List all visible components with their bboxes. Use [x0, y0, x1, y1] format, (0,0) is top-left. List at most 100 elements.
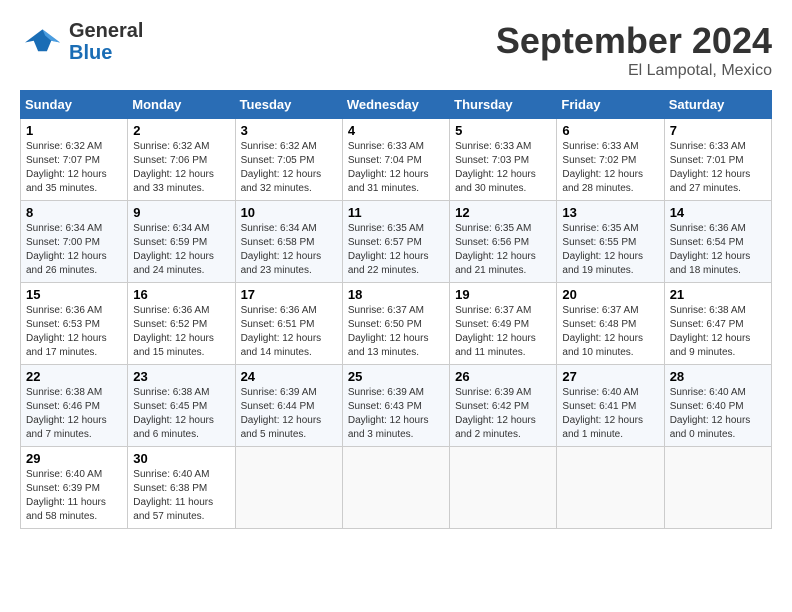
day-number: 7: [670, 123, 766, 138]
day-number: 13: [562, 205, 658, 220]
day-number: 1: [26, 123, 122, 138]
weekday-header-sunday: Sunday: [21, 91, 128, 119]
day-info: Sunrise: 6:33 AMSunset: 7:01 PMDaylight:…: [670, 141, 751, 194]
logo-bird-icon: [20, 25, 65, 60]
day-number: 26: [455, 369, 551, 384]
calendar-cell: 17 Sunrise: 6:36 AMSunset: 6:51 PMDaylig…: [235, 283, 342, 365]
calendar-cell: 22 Sunrise: 6:38 AMSunset: 6:46 PMDaylig…: [21, 365, 128, 447]
calendar-cell: 19 Sunrise: 6:37 AMSunset: 6:49 PMDaylig…: [450, 283, 557, 365]
day-number: 19: [455, 287, 551, 302]
day-info: Sunrise: 6:32 AMSunset: 7:05 PMDaylight:…: [241, 141, 322, 194]
day-info: Sunrise: 6:33 AMSunset: 7:04 PMDaylight:…: [348, 141, 429, 194]
calendar-cell: 14 Sunrise: 6:36 AMSunset: 6:54 PMDaylig…: [664, 201, 771, 283]
day-info: Sunrise: 6:36 AMSunset: 6:52 PMDaylight:…: [133, 305, 214, 358]
day-info: Sunrise: 6:37 AMSunset: 6:50 PMDaylight:…: [348, 305, 429, 358]
day-number: 27: [562, 369, 658, 384]
calendar-cell: 5 Sunrise: 6:33 AMSunset: 7:03 PMDayligh…: [450, 119, 557, 201]
day-number: 8: [26, 205, 122, 220]
day-number: 6: [562, 123, 658, 138]
calendar-cell: [342, 447, 449, 529]
weekday-header-monday: Monday: [128, 91, 235, 119]
weekday-header-thursday: Thursday: [450, 91, 557, 119]
title-block: September 2024 El Lampotal, Mexico: [496, 20, 772, 80]
calendar-week-1: 8 Sunrise: 6:34 AMSunset: 7:00 PMDayligh…: [21, 201, 772, 283]
calendar-cell: 12 Sunrise: 6:35 AMSunset: 6:56 PMDaylig…: [450, 201, 557, 283]
weekday-header-wednesday: Wednesday: [342, 91, 449, 119]
calendar-cell: 11 Sunrise: 6:35 AMSunset: 6:57 PMDaylig…: [342, 201, 449, 283]
page-header: General Blue September 2024 El Lampotal,…: [20, 20, 772, 80]
calendar-cell: 23 Sunrise: 6:38 AMSunset: 6:45 PMDaylig…: [128, 365, 235, 447]
calendar-week-3: 22 Sunrise: 6:38 AMSunset: 6:46 PMDaylig…: [21, 365, 772, 447]
day-number: 28: [670, 369, 766, 384]
day-info: Sunrise: 6:35 AMSunset: 6:55 PMDaylight:…: [562, 223, 643, 276]
day-number: 4: [348, 123, 444, 138]
day-info: Sunrise: 6:37 AMSunset: 6:49 PMDaylight:…: [455, 305, 536, 358]
day-info: Sunrise: 6:36 AMSunset: 6:53 PMDaylight:…: [26, 305, 107, 358]
calendar-cell: 18 Sunrise: 6:37 AMSunset: 6:50 PMDaylig…: [342, 283, 449, 365]
calendar-cell: 24 Sunrise: 6:39 AMSunset: 6:44 PMDaylig…: [235, 365, 342, 447]
month-title: September 2024: [496, 20, 772, 62]
weekday-header-row: SundayMondayTuesdayWednesdayThursdayFrid…: [21, 91, 772, 119]
day-number: 5: [455, 123, 551, 138]
day-number: 30: [133, 451, 229, 466]
day-info: Sunrise: 6:32 AMSunset: 7:07 PMDaylight:…: [26, 141, 107, 194]
calendar-cell: 28 Sunrise: 6:40 AMSunset: 6:40 PMDaylig…: [664, 365, 771, 447]
weekday-header-saturday: Saturday: [664, 91, 771, 119]
day-number: 15: [26, 287, 122, 302]
calendar-cell: 30 Sunrise: 6:40 AMSunset: 6:38 PMDaylig…: [128, 447, 235, 529]
calendar-cell: 27 Sunrise: 6:40 AMSunset: 6:41 PMDaylig…: [557, 365, 664, 447]
logo: General Blue: [20, 20, 143, 64]
day-info: Sunrise: 6:34 AMSunset: 6:59 PMDaylight:…: [133, 223, 214, 276]
day-info: Sunrise: 6:40 AMSunset: 6:39 PMDaylight:…: [26, 469, 106, 522]
calendar-cell: 7 Sunrise: 6:33 AMSunset: 7:01 PMDayligh…: [664, 119, 771, 201]
calendar-cell-1: 1 Sunrise: 6:32 AMSunset: 7:07 PMDayligh…: [21, 119, 128, 201]
calendar-cell: [235, 447, 342, 529]
day-number: 24: [241, 369, 337, 384]
calendar-week-2: 15 Sunrise: 6:36 AMSunset: 6:53 PMDaylig…: [21, 283, 772, 365]
calendar-cell: 20 Sunrise: 6:37 AMSunset: 6:48 PMDaylig…: [557, 283, 664, 365]
calendar-cell: [557, 447, 664, 529]
calendar-week-0: 1 Sunrise: 6:32 AMSunset: 7:07 PMDayligh…: [21, 119, 772, 201]
calendar-cell: 29 Sunrise: 6:40 AMSunset: 6:39 PMDaylig…: [21, 447, 128, 529]
calendar-cell: 8 Sunrise: 6:34 AMSunset: 7:00 PMDayligh…: [21, 201, 128, 283]
calendar-cell: 15 Sunrise: 6:36 AMSunset: 6:53 PMDaylig…: [21, 283, 128, 365]
day-number: 2: [133, 123, 229, 138]
day-number: 9: [133, 205, 229, 220]
day-number: 17: [241, 287, 337, 302]
logo-text: General Blue: [69, 20, 143, 64]
day-info: Sunrise: 6:35 AMSunset: 6:57 PMDaylight:…: [348, 223, 429, 276]
day-info: Sunrise: 6:34 AMSunset: 7:00 PMDaylight:…: [26, 223, 107, 276]
day-info: Sunrise: 6:34 AMSunset: 6:58 PMDaylight:…: [241, 223, 322, 276]
calendar-cell: 3 Sunrise: 6:32 AMSunset: 7:05 PMDayligh…: [235, 119, 342, 201]
day-info: Sunrise: 6:36 AMSunset: 6:51 PMDaylight:…: [241, 305, 322, 358]
day-info: Sunrise: 6:39 AMSunset: 6:44 PMDaylight:…: [241, 387, 322, 440]
day-info: Sunrise: 6:33 AMSunset: 7:03 PMDaylight:…: [455, 141, 536, 194]
calendar-cell: 16 Sunrise: 6:36 AMSunset: 6:52 PMDaylig…: [128, 283, 235, 365]
day-info: Sunrise: 6:38 AMSunset: 6:47 PMDaylight:…: [670, 305, 751, 358]
day-info: Sunrise: 6:33 AMSunset: 7:02 PMDaylight:…: [562, 141, 643, 194]
calendar-cell: 10 Sunrise: 6:34 AMSunset: 6:58 PMDaylig…: [235, 201, 342, 283]
calendar-header: SundayMondayTuesdayWednesdayThursdayFrid…: [21, 91, 772, 119]
calendar-cell: [450, 447, 557, 529]
calendar-cell: 13 Sunrise: 6:35 AMSunset: 6:55 PMDaylig…: [557, 201, 664, 283]
day-info: Sunrise: 6:35 AMSunset: 6:56 PMDaylight:…: [455, 223, 536, 276]
logo-general-text: General: [69, 20, 143, 42]
calendar-cell: 9 Sunrise: 6:34 AMSunset: 6:59 PMDayligh…: [128, 201, 235, 283]
day-number: 21: [670, 287, 766, 302]
day-number: 23: [133, 369, 229, 384]
logo-blue-text: Blue: [69, 42, 112, 64]
day-info: Sunrise: 6:38 AMSunset: 6:45 PMDaylight:…: [133, 387, 214, 440]
calendar-week-4: 29 Sunrise: 6:40 AMSunset: 6:39 PMDaylig…: [21, 447, 772, 529]
calendar-cell: 25 Sunrise: 6:39 AMSunset: 6:43 PMDaylig…: [342, 365, 449, 447]
day-number: 11: [348, 205, 444, 220]
day-number: 22: [26, 369, 122, 384]
day-number: 3: [241, 123, 337, 138]
day-info: Sunrise: 6:36 AMSunset: 6:54 PMDaylight:…: [670, 223, 751, 276]
day-number: 12: [455, 205, 551, 220]
calendar-cell: 6 Sunrise: 6:33 AMSunset: 7:02 PMDayligh…: [557, 119, 664, 201]
day-info: Sunrise: 6:39 AMSunset: 6:43 PMDaylight:…: [348, 387, 429, 440]
calendar-table: SundayMondayTuesdayWednesdayThursdayFrid…: [20, 90, 772, 529]
day-number: 20: [562, 287, 658, 302]
day-info: Sunrise: 6:39 AMSunset: 6:42 PMDaylight:…: [455, 387, 536, 440]
calendar-cell: 4 Sunrise: 6:33 AMSunset: 7:04 PMDayligh…: [342, 119, 449, 201]
